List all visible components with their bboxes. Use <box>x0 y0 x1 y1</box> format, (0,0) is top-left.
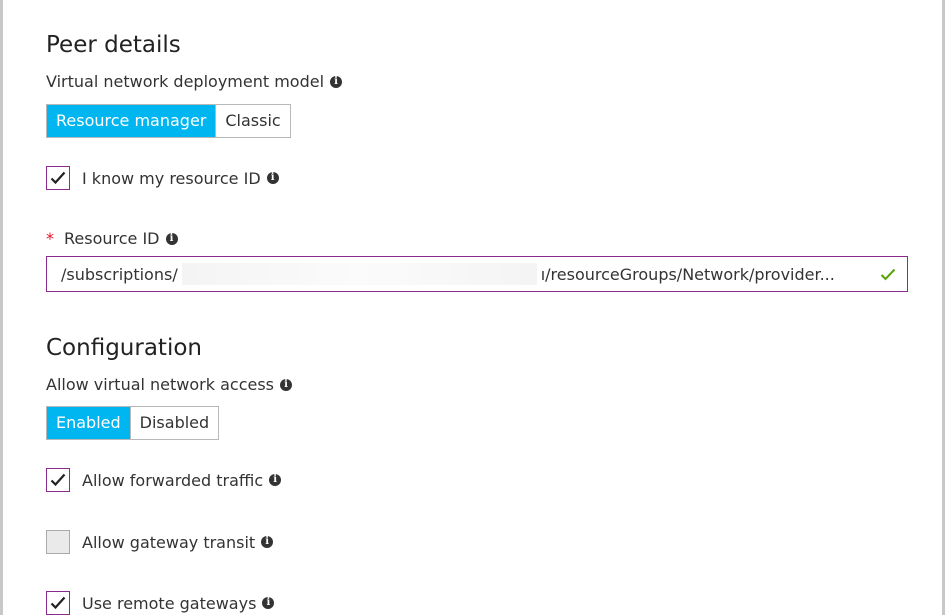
know-resource-id-row: I know my resource ID i <box>46 166 279 190</box>
deployment-model-toggle: Resource manager Classic <box>46 104 291 138</box>
use-remote-gateways-row: Use remote gateways i <box>46 591 275 615</box>
resource-id-value-prefix: /subscriptions/ <box>61 264 178 284</box>
info-icon[interactable]: i <box>280 379 293 391</box>
disabled-option[interactable]: Disabled <box>129 407 219 439</box>
vnet-access-label-row: Allow virtual network access i <box>46 375 293 394</box>
allow-gateway-transit-row: Allow gateway transit i <box>46 530 274 554</box>
valid-check-icon <box>879 265 897 283</box>
classic-option[interactable]: Classic <box>215 105 290 137</box>
info-icon[interactable]: i <box>269 474 282 486</box>
info-icon[interactable]: i <box>330 76 343 88</box>
know-resource-id-label: I know my resource ID <box>82 168 261 188</box>
allow-forwarded-traffic-checkbox[interactable] <box>46 468 70 492</box>
allow-gateway-transit-checkbox[interactable] <box>46 530 70 554</box>
info-icon[interactable]: i <box>165 233 178 245</box>
info-icon[interactable]: i <box>262 597 275 609</box>
vnet-access-toggle: Enabled Disabled <box>46 406 220 440</box>
info-icon[interactable]: i <box>266 172 279 184</box>
redacted-subscription-id <box>181 263 537 285</box>
info-icon[interactable]: i <box>261 536 274 548</box>
allow-gateway-transit-label: Allow gateway transit <box>82 532 256 552</box>
blade-panel: Peer details Virtual network deployment … <box>0 0 945 615</box>
configuration-heading: Configuration <box>46 335 202 361</box>
deployment-model-label: Virtual network deployment model <box>46 72 325 91</box>
allow-forwarded-traffic-row: Allow forwarded traffic i <box>46 468 282 492</box>
checkmark-icon <box>50 473 66 487</box>
checkmark-icon <box>50 596 66 610</box>
peer-details-heading: Peer details <box>46 32 181 58</box>
enabled-option[interactable]: Enabled <box>47 407 130 439</box>
vnet-access-label: Allow virtual network access <box>46 375 275 394</box>
use-remote-gateways-label: Use remote gateways <box>82 593 257 613</box>
resource-id-input[interactable]: /subscriptions/ ı/resourceGroups/Network… <box>46 256 908 292</box>
resource-id-label-row: * Resource ID i <box>46 231 178 247</box>
deployment-model-label-row: Virtual network deployment model i <box>46 72 343 91</box>
use-remote-gateways-checkbox[interactable] <box>46 591 70 615</box>
resource-id-label: Resource ID <box>64 229 160 248</box>
checkmark-icon <box>50 171 66 185</box>
know-resource-id-checkbox[interactable] <box>46 166 70 190</box>
resource-id-value-suffix: ı/resourceGroups/Network/provider... <box>540 264 835 284</box>
resource-manager-option[interactable]: Resource manager <box>47 105 216 137</box>
allow-forwarded-traffic-label: Allow forwarded traffic <box>82 470 264 490</box>
required-indicator: * <box>46 229 54 248</box>
